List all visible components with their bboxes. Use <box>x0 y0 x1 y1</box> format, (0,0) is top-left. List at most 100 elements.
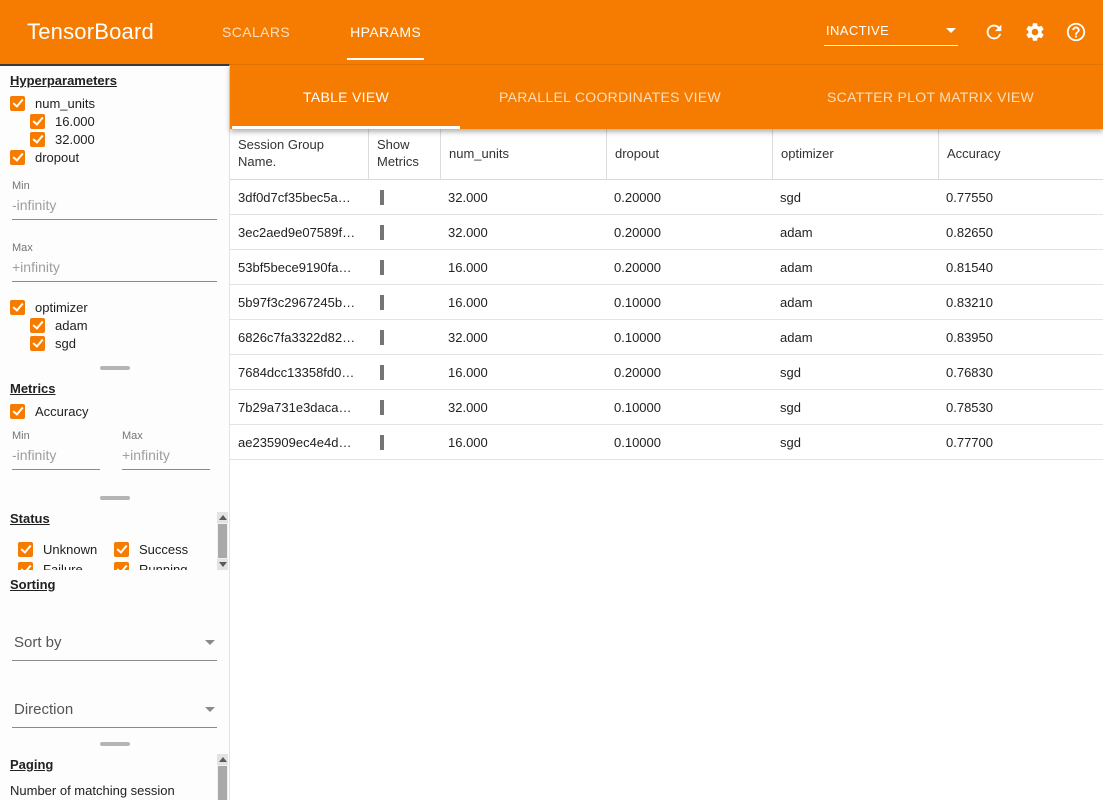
checked-checkbox-icon[interactable] <box>30 336 45 351</box>
optimizer-cell: sgd <box>772 400 938 415</box>
tab-parallel-coordinates-label: PARALLEL COORDINATES VIEW <box>499 89 721 105</box>
hyperparameters-title: Hyperparameters <box>10 73 117 88</box>
column-header-session-group-name[interactable]: Session Group Name. <box>230 129 368 179</box>
column-header-num-units[interactable]: num_units <box>440 129 606 179</box>
metric-label: Accuracy <box>35 404 88 419</box>
tab-scatter-plot-matrix-view[interactable]: SCATTER PLOT MATRIX VIEW <box>758 65 1103 129</box>
hparam-num-units-row[interactable]: num_units <box>10 94 219 112</box>
min-label: Min <box>12 430 100 442</box>
status-label: Success <box>139 542 188 557</box>
column-header-dropout[interactable]: dropout <box>606 129 772 179</box>
scroll-up-icon[interactable] <box>217 754 228 765</box>
column-header-optimizer[interactable]: optimizer <box>772 129 938 179</box>
direction-value: Direction <box>14 701 73 718</box>
hparam-value-row[interactable]: 16.000 <box>10 112 219 130</box>
dropout-cell: 0.10000 <box>606 435 772 450</box>
refresh-icon[interactable] <box>981 19 1007 45</box>
metric-max-field: Max <box>122 430 210 470</box>
unchecked-checkbox-icon[interactable] <box>380 330 384 345</box>
dropout-max-input[interactable] <box>12 256 217 282</box>
checked-checkbox-icon[interactable] <box>10 96 25 111</box>
hparam-value-row[interactable]: adam <box>10 316 219 334</box>
checked-checkbox-icon[interactable] <box>18 542 33 557</box>
hparam-optimizer-row[interactable]: optimizer <box>10 298 219 316</box>
status-title: Status <box>10 511 50 526</box>
status-running-row[interactable]: Running <box>114 560 210 570</box>
tab-hparams[interactable]: HPARAMS <box>320 0 451 64</box>
settings-icon[interactable] <box>1022 19 1048 45</box>
metric-min-field: Min <box>12 430 100 470</box>
checked-checkbox-icon[interactable] <box>30 132 45 147</box>
dropout-min-input[interactable] <box>12 194 217 220</box>
checked-checkbox-icon[interactable] <box>30 318 45 333</box>
checked-checkbox-icon[interactable] <box>30 114 45 129</box>
paging-scrollbar[interactable] <box>217 754 228 800</box>
scrollbar-thumb[interactable] <box>218 524 227 558</box>
dropout-cell: 0.10000 <box>606 330 772 345</box>
num-units-cell: 16.000 <box>440 365 606 380</box>
show-metrics-cell <box>368 225 440 240</box>
pane-resize-handle[interactable] <box>0 738 229 750</box>
dropout-cell: 0.20000 <box>606 190 772 205</box>
status-scrollbar[interactable] <box>217 512 228 570</box>
reload-mode-select[interactable]: INACTIVE <box>824 19 958 46</box>
optimizer-cell: adam <box>772 260 938 275</box>
pane-resize-handle[interactable] <box>0 362 229 374</box>
direction-select[interactable]: Direction <box>12 695 217 728</box>
scroll-down-icon[interactable] <box>217 559 228 570</box>
metric-max-input[interactable] <box>122 444 210 470</box>
unchecked-checkbox-icon[interactable] <box>380 260 384 275</box>
hparam-dropout-row[interactable]: dropout <box>10 148 219 166</box>
dropdown-arrow-icon <box>205 707 215 712</box>
checked-checkbox-icon[interactable] <box>114 562 129 571</box>
status-success-row[interactable]: Success <box>114 540 210 558</box>
column-header-show-metrics: Show Metrics <box>368 129 440 179</box>
tab-parallel-coordinates-view[interactable]: PARALLEL COORDINATES VIEW <box>462 65 758 129</box>
tab-table-view[interactable]: TABLE VIEW <box>230 65 462 129</box>
min-label: Min <box>12 180 217 192</box>
checked-checkbox-icon[interactable] <box>10 150 25 165</box>
tab-hparams-label: HPARAMS <box>350 24 421 40</box>
checked-checkbox-icon[interactable] <box>114 542 129 557</box>
hyperparameters-pane: Hyperparameters num_units 16.000 32.000 … <box>0 66 229 362</box>
unchecked-checkbox-icon[interactable] <box>380 295 384 310</box>
optimizer-cell: adam <box>772 330 938 345</box>
num-units-cell: 32.000 <box>440 225 606 240</box>
hparam-value-label: 16.000 <box>55 114 95 129</box>
tab-scalars-label: SCALARS <box>222 24 290 40</box>
column-header-accuracy[interactable]: Accuracy <box>938 129 1103 179</box>
checked-checkbox-icon[interactable] <box>18 562 33 571</box>
show-metrics-cell <box>368 190 440 205</box>
unchecked-checkbox-icon[interactable] <box>380 435 384 450</box>
scroll-up-icon[interactable] <box>217 512 228 523</box>
unchecked-checkbox-icon[interactable] <box>380 225 384 240</box>
status-label: Failure <box>43 562 83 571</box>
optimizer-cell: sgd <box>772 435 938 450</box>
hparam-value-label: 32.000 <box>55 132 95 147</box>
sort-by-select[interactable]: Sort by <box>12 628 217 661</box>
table-header: Session Group Name. Show Metrics num_uni… <box>230 129 1103 180</box>
unchecked-checkbox-icon[interactable] <box>380 190 384 205</box>
dropout-cell: 0.20000 <box>606 225 772 240</box>
checked-checkbox-icon[interactable] <box>10 404 25 419</box>
status-unknown-row[interactable]: Unknown <box>18 540 114 558</box>
metric-min-input[interactable] <box>12 444 100 470</box>
dropdown-arrow-icon <box>946 28 956 33</box>
show-metrics-cell <box>368 400 440 415</box>
checked-checkbox-icon[interactable] <box>10 300 25 315</box>
unchecked-checkbox-icon[interactable] <box>380 400 384 415</box>
pane-resize-handle[interactable] <box>0 492 229 504</box>
unchecked-checkbox-icon[interactable] <box>380 365 384 380</box>
tab-scatter-plot-matrix-label: SCATTER PLOT MATRIX VIEW <box>827 89 1034 105</box>
tab-scalars[interactable]: SCALARS <box>192 0 320 64</box>
help-icon[interactable] <box>1063 19 1089 45</box>
hparam-value-row[interactable]: sgd <box>10 334 219 352</box>
status-failure-row[interactable]: Failure <box>18 560 114 570</box>
scrollbar-thumb[interactable] <box>218 766 227 800</box>
metrics-title: Metrics <box>10 381 56 396</box>
hparam-value-row[interactable]: 32.000 <box>10 130 219 148</box>
accuracy-cell: 0.81540 <box>938 260 1103 275</box>
num-units-cell: 16.000 <box>440 435 606 450</box>
grip-icon <box>100 742 130 746</box>
metric-accuracy-row[interactable]: Accuracy <box>10 402 219 420</box>
